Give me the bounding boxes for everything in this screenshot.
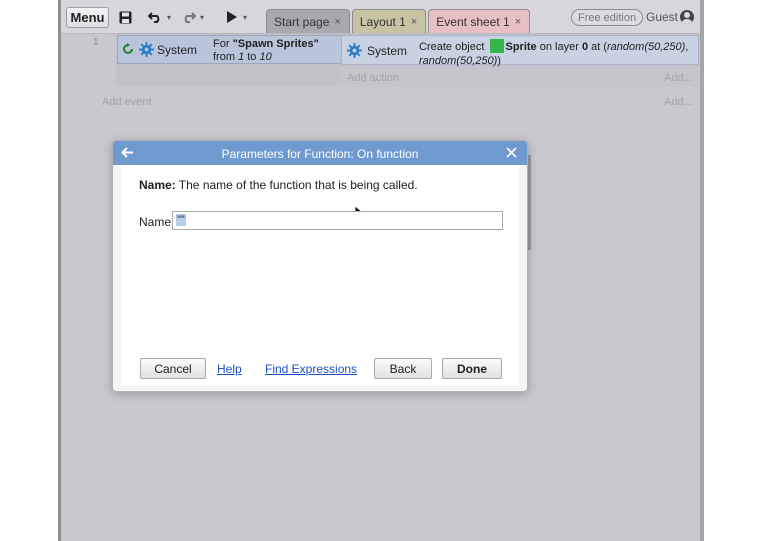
user-icon[interactable] (680, 10, 694, 24)
play-icon[interactable] (224, 8, 238, 26)
name-field-label: Name (139, 215, 172, 229)
dialog-title-bar: Parameters for Function: On function (113, 141, 527, 165)
sprite-thumbnail (489, 39, 504, 53)
event-number: 1 (93, 37, 99, 48)
loop-icon (121, 42, 135, 56)
tab-strip: Start page × Layout 1 × Event sheet 1 × (266, 9, 532, 33)
tab-start-page[interactable]: Start page × (266, 9, 350, 33)
sprite-name: Sprite (505, 41, 537, 53)
tab-label: Start page (274, 14, 330, 29)
loop-name: "Spawn Sprites" (232, 38, 319, 50)
cancel-button[interactable]: Cancel (140, 358, 206, 379)
undo-dropdown-icon[interactable]: ▾ (165, 8, 173, 26)
tab-layout-1[interactable]: Layout 1 × (351, 9, 427, 33)
action-block[interactable]: System Create object Sprite on layer 0 a… (341, 35, 699, 67)
loop-to: 10 (259, 51, 272, 63)
name-field[interactable] (172, 211, 503, 230)
save-icon[interactable] (117, 8, 133, 26)
find-expressions-link[interactable]: Find Expressions (265, 362, 357, 376)
gear-icon (139, 42, 154, 57)
dialog-body: Name: The name of the function that is b… (121, 165, 519, 385)
name-field-value[interactable]: "" (176, 214, 186, 226)
tab-close-icon[interactable]: × (411, 16, 417, 28)
redo-icon[interactable] (180, 8, 196, 26)
close-icon[interactable] (506, 144, 517, 162)
done-button[interactable]: Done (442, 358, 502, 379)
action-text: Create object Sprite on layer 0 at (rand… (419, 39, 689, 67)
tab-label: Event sheet 1 (436, 14, 510, 29)
tab-close-icon[interactable]: × (515, 16, 521, 28)
parameters-dialog: Parameters for Function: On function Nam… (112, 140, 528, 392)
condition-text: For "Spawn Sprites" from 1 to 10 (213, 38, 319, 63)
condition-block[interactable]: System For "Spawn Sprites" from 1 to 10 (117, 35, 342, 64)
parameter-description: Name: The name of the function that is b… (139, 178, 418, 192)
add-event-link[interactable]: Add event (102, 96, 152, 108)
edition-badge[interactable]: Free edition (571, 9, 644, 26)
undo-icon[interactable] (147, 8, 163, 26)
dialog-title: Parameters for Function: On function (221, 147, 419, 161)
tab-close-icon[interactable]: × (334, 16, 340, 28)
redo-dropdown-icon[interactable]: ▾ (198, 8, 206, 26)
play-dropdown-icon[interactable]: ▾ (241, 8, 249, 26)
add-more-link[interactable]: Add... (664, 96, 693, 108)
back-button[interactable]: Back (374, 358, 432, 379)
main-toolbar: Menu ▾ ▾ ▾ Start page × Layout 1 × Event… (61, 0, 703, 34)
help-link[interactable]: Help (217, 362, 242, 376)
add-action-link[interactable]: Add action (347, 72, 399, 84)
menu-button[interactable]: Menu (66, 7, 109, 28)
condition-object: System (157, 43, 198, 57)
add-more-link[interactable]: Add... (664, 72, 693, 84)
app-border-right (700, 0, 704, 541)
tab-event-sheet-1[interactable]: Event sheet 1 × (428, 9, 531, 33)
action-object: System (367, 44, 408, 58)
tab-label: Layout 1 (359, 14, 406, 29)
user-name[interactable]: Guest (646, 10, 678, 24)
gear-icon (347, 43, 362, 58)
